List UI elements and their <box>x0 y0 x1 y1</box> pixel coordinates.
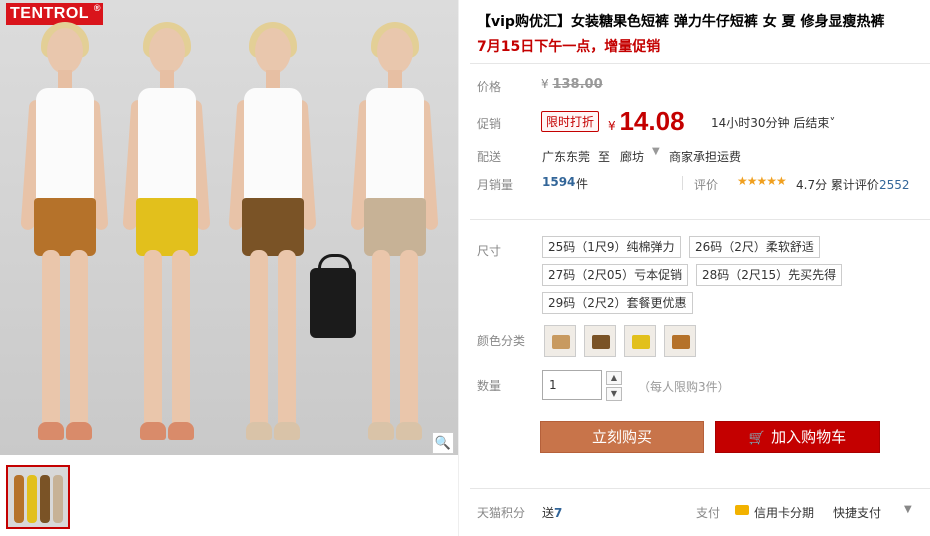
shorts-3 <box>242 198 304 256</box>
quantity-increase-icon[interactable]: ▲ <box>606 371 622 385</box>
size-label: 尺寸 <box>477 244 502 258</box>
shipping-note: 商家承担运费 <box>669 150 742 164</box>
product-title: 【vip购优汇】女装糖果色短裤 弹力牛仔短裤 女 夏 修身显瘦热裤 <box>477 14 885 30</box>
shipping-label: 配送 <box>477 150 502 164</box>
divider <box>470 488 930 489</box>
points-label: 天猫积分 <box>477 506 526 520</box>
promo-text: 7月15日下午一点，增量促销 <box>477 39 661 55</box>
sales-count: 1594 <box>542 175 576 189</box>
divider <box>682 176 683 190</box>
rating-summary[interactable]: 4.7分 累计评价2552 <box>796 176 909 193</box>
promo-price: ¥ 14.08 <box>608 106 685 136</box>
credit-installment[interactable]: 信用卡分期 <box>754 504 814 521</box>
countdown[interactable]: 14小时30分钟 后结束˅ <box>711 114 835 131</box>
color-label: 颜色分类 <box>477 334 526 348</box>
quantity-input[interactable] <box>542 370 602 400</box>
shorts-4 <box>364 198 426 256</box>
buy-now-button[interactable]: 立刻购买 <box>540 421 704 453</box>
add-to-cart-button[interactable]: 🛒 加入购物车 <box>715 421 880 453</box>
swatch-fill-3 <box>632 335 650 349</box>
star-rating-icon: ★★★★★ <box>737 174 787 188</box>
ship-to-select[interactable]: 廊坊 <box>620 148 644 165</box>
size-option-27[interactable]: 27码（2尺05）亏本促销 <box>542 264 689 286</box>
main-product-image[interactable]: TENTROL ® 🔍 <box>0 0 458 455</box>
model-2 <box>122 22 212 452</box>
ship-to-word: 至 <box>598 150 611 164</box>
payment-label: 支付 <box>696 506 721 520</box>
sales-unit: 件 <box>576 177 589 191</box>
points-value: 送7 <box>542 506 563 520</box>
size-option-28[interactable]: 28码（2尺15）先买先得 <box>696 264 843 286</box>
size-option-26[interactable]: 26码（2尺）柔软舒适 <box>689 236 820 258</box>
caret-down-icon[interactable]: ▼ <box>904 504 912 515</box>
shorts-2 <box>136 198 198 256</box>
promotion-label: 促销 <box>477 117 502 131</box>
color-swatch-4[interactable] <box>664 325 696 357</box>
model-4 <box>350 22 440 452</box>
quick-pay[interactable]: 快捷支付 <box>833 504 881 521</box>
size-option-29[interactable]: 29码（2尺2）套餐更优惠 <box>542 292 693 314</box>
shorts-1 <box>34 198 96 256</box>
caret-down-icon[interactable]: ▼ <box>652 146 660 157</box>
panel-divider <box>458 0 459 536</box>
model-1 <box>20 22 110 452</box>
color-swatch-1[interactable] <box>544 325 576 357</box>
divider <box>470 63 930 64</box>
quantity-decrease-icon[interactable]: ▼ <box>606 387 622 401</box>
review-label: 评价 <box>694 178 719 192</box>
swatch-fill-1 <box>552 335 570 349</box>
credit-card-icon <box>735 505 749 515</box>
zoom-icon[interactable]: 🔍 <box>432 432 454 454</box>
ship-from: 广东东莞 <box>542 150 591 164</box>
quantity-label: 数量 <box>477 379 502 393</box>
sale-tag: 限时打折 <box>541 111 600 132</box>
color-swatch-3[interactable] <box>624 325 656 357</box>
cart-icon: 🛒 <box>748 431 766 446</box>
chevron-down-icon: ˅ <box>829 116 836 130</box>
model-3 <box>228 22 318 452</box>
swatch-fill-4 <box>672 335 690 349</box>
original-price: ¥ 138.00 <box>541 77 603 92</box>
thumbnail-1[interactable] <box>6 465 70 529</box>
quantity-limit: （每人限购3件） <box>638 380 730 394</box>
divider <box>470 219 930 220</box>
color-swatch-2[interactable] <box>584 325 616 357</box>
swatch-fill-2 <box>592 335 610 349</box>
price-label: 价格 <box>477 80 502 94</box>
handbag <box>310 254 356 338</box>
size-option-25[interactable]: 25码（1尺9）纯棉弹力 <box>542 236 681 258</box>
sales-label: 月销量 <box>477 178 514 192</box>
